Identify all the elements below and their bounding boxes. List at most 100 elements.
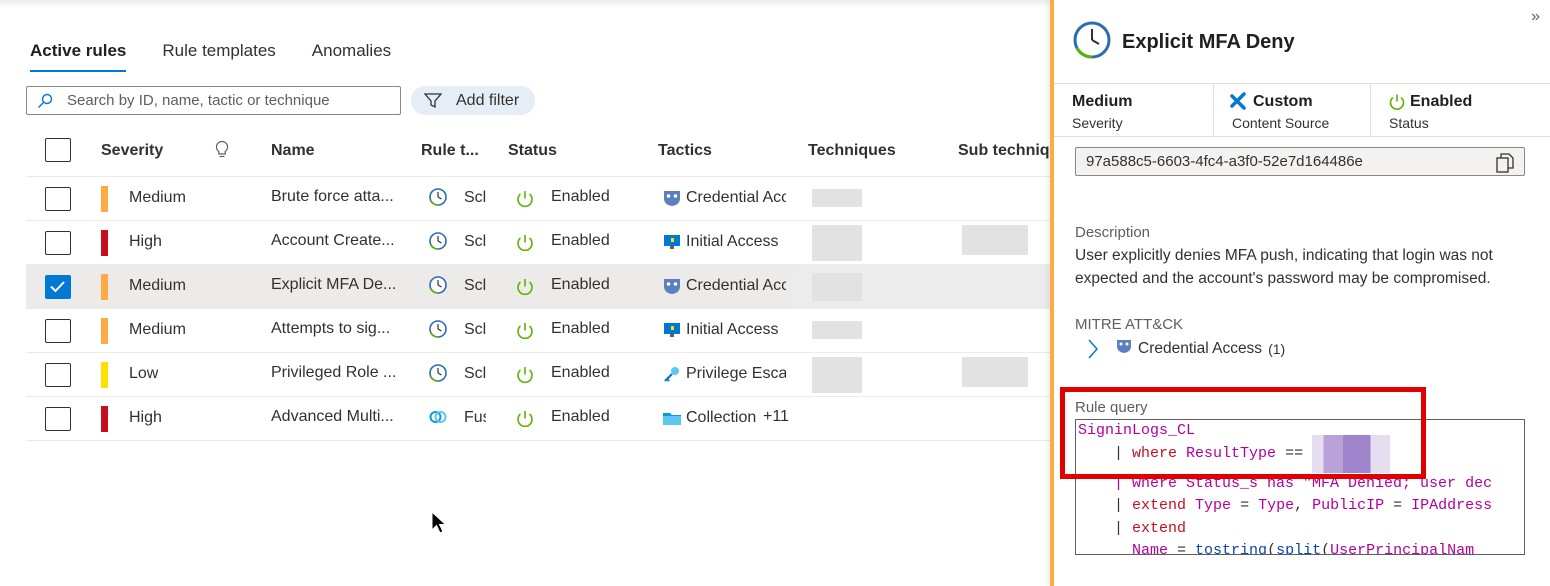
row-checkbox[interactable] [45, 231, 71, 255]
severity-cell: High [129, 233, 162, 250]
mouse-cursor-icon [431, 511, 447, 534]
mitre-tactic-item[interactable]: Credential Access (1) [1086, 338, 1285, 360]
query-line: | where Status_s has "MFA Denied; user d… [1078, 474, 1493, 492]
severity-indicator [101, 230, 108, 256]
rule-name-cell[interactable]: Brute force atta... [271, 188, 401, 206]
monitor-icon [662, 232, 682, 257]
severity-cell: Medium [129, 189, 186, 206]
rule-details-panel: » Explicit MFA Deny Medium Severity Cust… [1050, 0, 1550, 586]
rule-type-cell: Scl [464, 189, 486, 206]
power-icon [515, 277, 535, 302]
status-cell: Enabled [551, 232, 610, 249]
query-line: | extend Type = Type, PublicIP = IPAddre… [1078, 497, 1493, 514]
column-rule-type[interactable]: Rule t... [421, 142, 479, 160]
mask-icon [662, 276, 682, 301]
table-row[interactable]: Medium Brute force atta... Scl Enabled Crede… [26, 177, 1050, 221]
collapse-panel-icon[interactable]: » [1531, 8, 1540, 26]
search-input[interactable] [67, 92, 377, 109]
status-cell: Enabled [551, 320, 610, 337]
redacted-cell [812, 189, 862, 207]
select-all-checkbox[interactable] [45, 138, 71, 162]
add-filter-button[interactable]: Add filter [411, 86, 535, 115]
tactic-cell: Credential Acc [686, 277, 786, 294]
rule-name-cell[interactable]: Advanced Multi... [271, 408, 401, 426]
tactic-cell: Collection [686, 409, 757, 426]
chevron-right-icon[interactable] [1086, 338, 1100, 360]
redacted-cell [812, 225, 862, 261]
row-checkbox[interactable] [45, 275, 71, 299]
query-line: | extend [1078, 519, 1187, 537]
power-icon [515, 321, 535, 346]
column-status[interactable]: Status [508, 142, 557, 160]
search-icon [38, 93, 53, 108]
row-checkbox[interactable] [45, 363, 71, 387]
row-checkbox[interactable] [45, 319, 71, 343]
row-checkbox[interactable] [45, 407, 71, 431]
column-tactics[interactable]: Tactics [658, 142, 712, 160]
column-severity[interactable]: Severity [101, 142, 163, 160]
table-row[interactable]: Medium Explicit MFA De... Scl Enabled Creden… [26, 265, 1050, 309]
table-row[interactable]: High Advanced Multi... Fus Enabled Collectio… [26, 397, 1050, 441]
rule-name-cell[interactable]: Attempts to sig... [271, 320, 401, 338]
severity-indicator [101, 406, 108, 432]
clock-icon [428, 363, 448, 388]
tab-active-rules[interactable]: Active rules [30, 40, 127, 72]
copy-icon[interactable] [1496, 153, 1514, 173]
status-meta: Enabled Status [1371, 83, 1550, 136]
column-sub-techniques[interactable]: Sub techniqu [958, 142, 1050, 160]
severity-cell: Medium [129, 277, 186, 294]
rule-type-cell: Fus [464, 409, 486, 426]
custom-wrench-icon [1230, 92, 1246, 110]
rules-tabs: Active rules Rule templates Anomalies [30, 40, 391, 74]
redacted-cell [812, 321, 862, 339]
rule-name-cell[interactable]: Account Create... [271, 232, 401, 250]
description-text: User explicitly denies MFA push, indicat… [1075, 247, 1493, 287]
rule-name-cell[interactable]: Privileged Role ... [271, 364, 401, 382]
tactic-more-count[interactable]: +11 [763, 408, 789, 426]
mitre-label: MITRE ATT&CK [1075, 316, 1184, 333]
rule-title: Explicit MFA Deny [1122, 31, 1295, 53]
column-techniques[interactable]: Techniques [808, 142, 896, 160]
status-cell: Enabled [551, 408, 610, 425]
table-row[interactable]: High Account Create... Scl Enabled Initial A… [26, 221, 1050, 265]
table-header: Severity Name Rule t... Status Tactics T… [26, 133, 1050, 177]
monitor-icon [662, 320, 682, 345]
status-cell: Enabled [551, 364, 610, 381]
rule-query-box[interactable]: SigninLogs_CL | where ResultType == | wh… [1075, 419, 1525, 555]
table-row[interactable]: Medium Attempts to sig... Scl Enabled Initia… [26, 309, 1050, 353]
fusion-icon [428, 407, 448, 432]
severity-cell: Low [129, 365, 159, 382]
rule-name-cell[interactable]: Explicit MFA De... [271, 276, 401, 294]
lightbulb-icon[interactable] [215, 140, 229, 160]
clock-icon [428, 231, 448, 256]
row-checkbox[interactable] [45, 187, 71, 211]
tab-anomalies[interactable]: Anomalies [312, 40, 391, 72]
status-label: Status [1389, 115, 1429, 131]
folder-icon [662, 408, 682, 433]
content-source-label: Content Source [1232, 115, 1330, 131]
tab-rule-templates[interactable]: Rule templates [162, 40, 275, 72]
filter-icon [424, 92, 442, 108]
mitre-tactic-count: (1) [1268, 341, 1286, 357]
search-box[interactable] [26, 86, 401, 115]
severity-indicator [101, 186, 108, 212]
severity-cell: Medium [129, 321, 186, 338]
severity-value: Medium [1072, 93, 1133, 110]
severity-label: Severity [1072, 115, 1123, 131]
query-line: Name = tostring(split(UserPrincipalNam [1132, 542, 1475, 555]
key-icon [662, 364, 682, 389]
severity-meta: Medium Severity [1054, 83, 1214, 136]
rule-id-field[interactable]: 97a588c5-6603-4fc4-a3f0-52e7d164486e [1075, 147, 1525, 176]
clock-icon [428, 275, 448, 300]
table-row[interactable]: Low Privileged Role ... Scl Enabled Privileg… [26, 353, 1050, 397]
divider [1054, 136, 1550, 137]
mask-icon [662, 188, 682, 213]
rule-type-cell: Scl [464, 233, 486, 250]
column-name[interactable]: Name [271, 142, 315, 160]
status-value: Enabled [1410, 93, 1473, 110]
mask-icon [1117, 340, 1131, 353]
rule-query-label: Rule query [1075, 399, 1148, 416]
query-line: | where ResultType == [1078, 434, 1524, 473]
rule-type-cell: Scl [464, 321, 486, 338]
tactic-cell: Initial Access [686, 321, 779, 338]
